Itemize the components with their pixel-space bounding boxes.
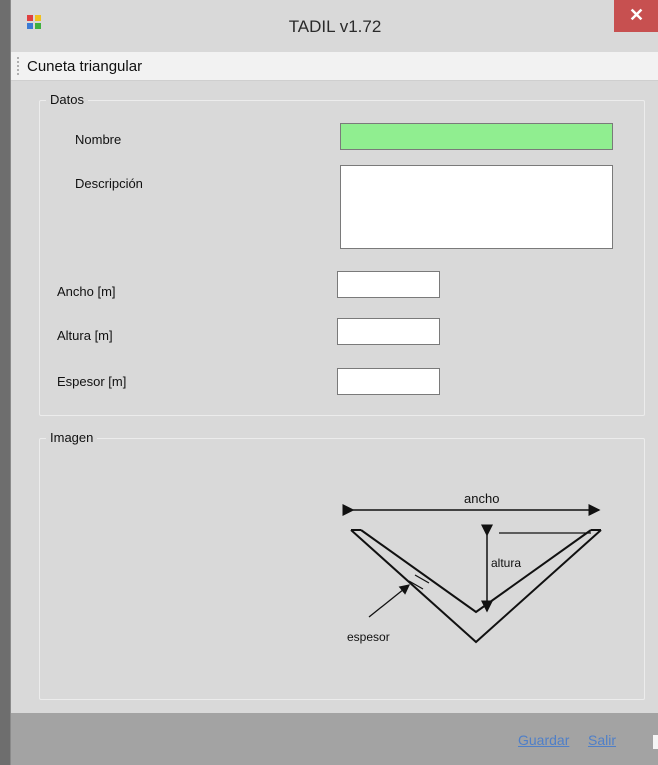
main-window: TADIL v1.72 ✕ Cuneta triangular Datos No…	[10, 0, 658, 765]
toolbar-grip[interactable]	[17, 57, 21, 75]
altura-input[interactable]	[337, 318, 440, 345]
nombre-input[interactable]	[340, 123, 613, 150]
ancho-diagram-label: ancho	[464, 491, 499, 506]
descripcion-textarea[interactable]	[340, 165, 613, 249]
channel-outer	[350, 529, 602, 644]
datos-legend: Datos	[46, 92, 88, 107]
menu-bar: Cuneta triangular	[11, 52, 658, 81]
espesor-leader	[368, 584, 411, 618]
title-bar[interactable]: TADIL v1.72 ✕	[11, 0, 658, 52]
nombre-label: Nombre	[75, 132, 122, 147]
footer-bar: Guardar Salir	[11, 713, 658, 765]
imagen-legend: Imagen	[46, 430, 98, 445]
espesor-label: Espesor [m]	[57, 374, 127, 389]
guardar-link[interactable]: Guardar	[518, 732, 569, 748]
ancho-label: Ancho [m]	[57, 284, 116, 299]
espesor-diagram-label: espesor	[347, 630, 390, 644]
menu-item-cuneta-triangular[interactable]: Cuneta triangular	[27, 58, 142, 75]
altura-diagram-label: altura	[491, 556, 521, 570]
close-button[interactable]: ✕	[614, 0, 658, 32]
edge-marker	[653, 735, 658, 749]
salir-link[interactable]: Salir	[588, 732, 616, 748]
espesor-input[interactable]	[337, 368, 440, 395]
descripcion-label: Descripción	[75, 176, 143, 191]
window-title: TADIL v1.72	[288, 17, 382, 36]
ancho-input[interactable]	[337, 271, 440, 298]
altura-label: Altura [m]	[57, 328, 113, 343]
cuneta-triangular-diagram: ancho altura espesor	[342, 491, 602, 644]
